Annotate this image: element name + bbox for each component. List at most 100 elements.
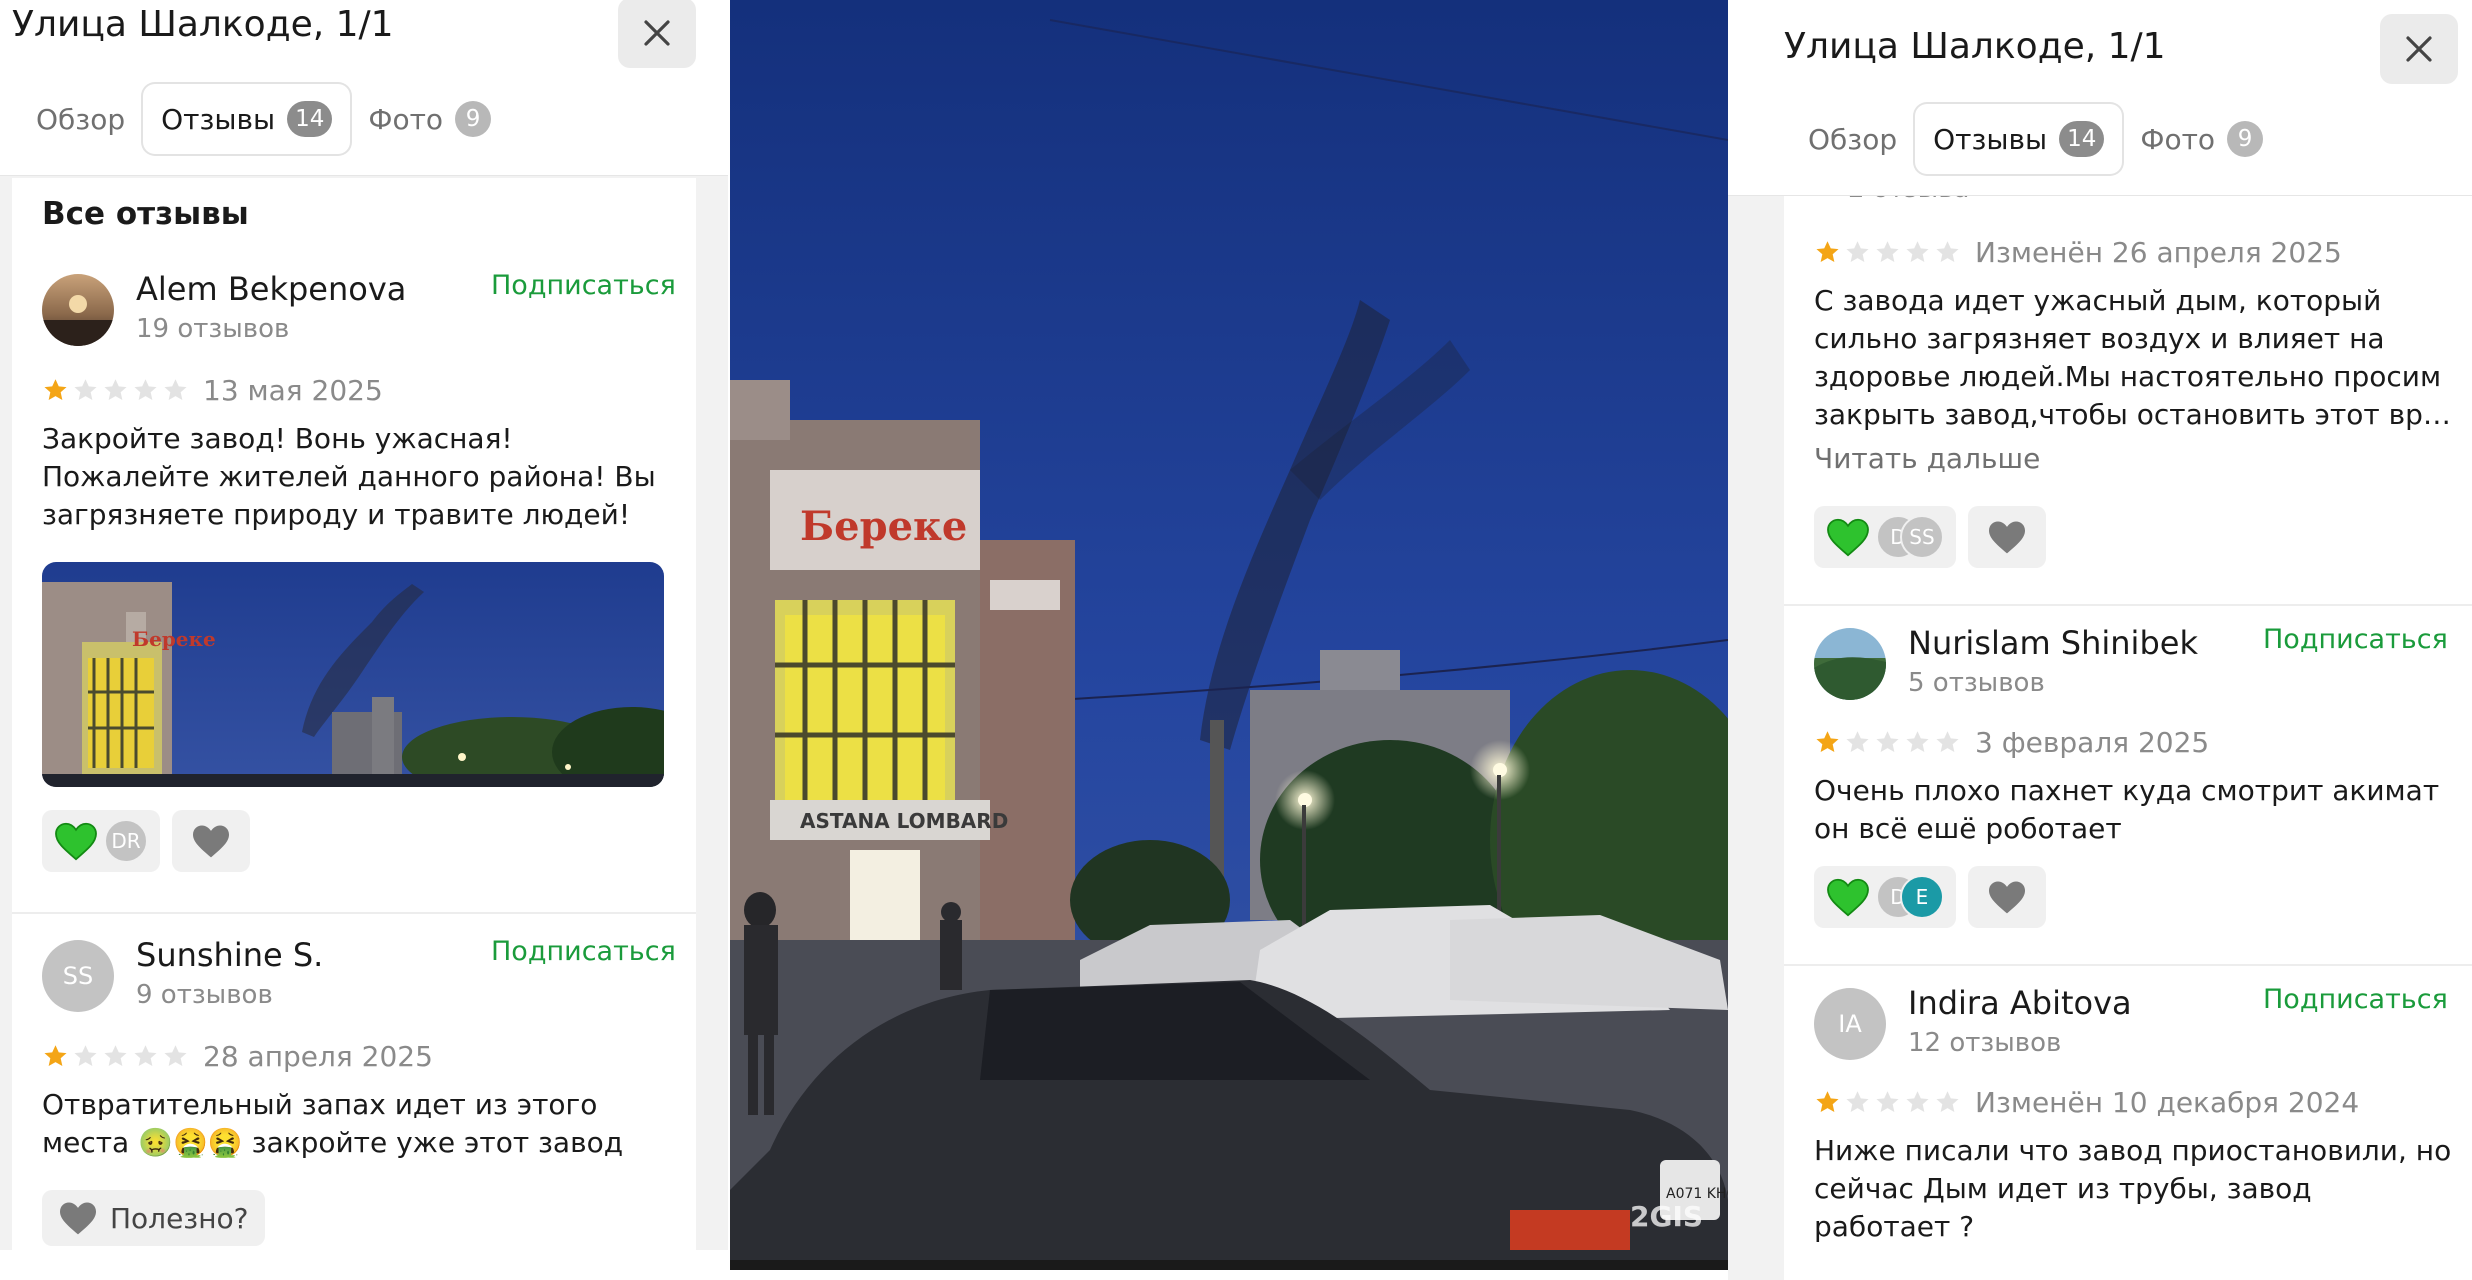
close-icon xyxy=(2406,36,2432,62)
tab-photos[interactable]: Фото 9 xyxy=(350,84,509,154)
star-icon xyxy=(74,1045,97,1066)
star-icon xyxy=(134,1045,157,1066)
place-title: Улица Шалкоде, 1/1 xyxy=(12,4,394,45)
tab-overview[interactable]: Обзор xyxy=(1790,104,1915,174)
author-review-count: 19 отзывов xyxy=(136,314,290,344)
rating-row: 3 февраля 2025 xyxy=(1814,726,2209,759)
photo-viewer[interactable]: Береке ASTANA LOMBARD A071 KHO xyxy=(730,0,1728,1266)
author-name[interactable]: Indira Abitova xyxy=(1908,984,2132,1022)
tab-label: Отзывы xyxy=(1933,122,2048,156)
close-button[interactable] xyxy=(2380,14,2458,84)
liker-avatar: SS xyxy=(1900,515,1944,559)
heart-icon xyxy=(60,1202,96,1235)
tab-reviews[interactable]: Отзывы 14 xyxy=(143,84,351,154)
review-date: Изменён 10 декабря 2024 xyxy=(1975,1086,2360,1119)
like-button[interactable] xyxy=(1968,506,2046,568)
star-rating xyxy=(1814,729,1961,756)
review-date: 13 мая 2025 xyxy=(203,374,383,407)
star-icon xyxy=(1906,731,1929,752)
left-reviews-panel: Улица Шалкоде, 1/1 Обзор Отзывы 14 Фото 9 … xyxy=(0,0,728,1250)
subscribe-button[interactable]: Подписаться xyxy=(2263,624,2448,655)
rating-row: 13 мая 2025 xyxy=(42,374,383,407)
reactions: D SS xyxy=(1814,506,2046,568)
star-icon xyxy=(1906,241,1929,262)
store-sign-text: ASTANA LOMBARD xyxy=(800,809,1008,833)
rating-row: Изменён 26 апреля 2025 xyxy=(1814,236,2342,269)
rating-row: Изменён 10 декабря 2024 xyxy=(1814,1086,2359,1119)
subscribe-button[interactable]: Подписаться xyxy=(2263,984,2448,1015)
review-photo-large: Береке ASTANA LOMBARD A071 KHO xyxy=(730,0,1728,1266)
tab-count-badge: 9 xyxy=(455,101,492,137)
green-heart-icon xyxy=(1827,878,1869,917)
useful-button[interactable]: Полезно? xyxy=(42,1190,265,1246)
review-card: SS Sunshine S. 9 отзывов Подписаться 28 … xyxy=(12,912,696,1250)
reviews-feed[interactable]: Все отзывы Alem Bekpenova 19 отзывов Под… xyxy=(12,178,696,1250)
star-rating xyxy=(1814,1089,1961,1116)
panel-header: Улица Шалкоде, 1/1 Обзор Отзывы 14 Фото 9 xyxy=(1728,0,2472,196)
review-text: Очень плохо пахнет куда смотрит акимат о… xyxy=(1814,774,2440,845)
reviews-feed[interactable]: 2 отзыва Изменён 26 апреля 2025 С завода… xyxy=(1784,196,2472,1280)
star-icon xyxy=(164,379,187,400)
star-icon xyxy=(104,1045,127,1066)
liker-avatars: D E xyxy=(1876,875,1944,919)
heart-icon xyxy=(1989,881,2025,914)
close-button[interactable] xyxy=(618,0,696,68)
star-rating xyxy=(1814,239,1961,266)
subscribe-button[interactable]: Подписаться xyxy=(491,270,676,301)
reaction-likers[interactable]: D E xyxy=(1814,866,1956,928)
review-text: Закройте завод! Вонь ужасная! Пожалейте … xyxy=(42,422,656,531)
tab-overview[interactable]: Обзор xyxy=(18,84,143,154)
building-sign-text: Береке xyxy=(132,627,216,651)
like-button[interactable] xyxy=(172,810,250,872)
tabs: Обзор Отзывы 14 Фото 9 xyxy=(18,84,509,154)
avatar[interactable] xyxy=(42,274,114,346)
star-icon xyxy=(44,1045,67,1066)
author-review-count: 12 отзывов xyxy=(1908,1028,2062,1058)
star-icon xyxy=(1846,1091,1869,1112)
tab-reviews[interactable]: Отзывы 14 xyxy=(1915,104,2123,174)
reactions: D E xyxy=(1814,866,2046,928)
tab-count-badge: 9 xyxy=(2227,121,2264,157)
tab-photos[interactable]: Фото 9 xyxy=(2122,104,2281,174)
tab-label: Фото xyxy=(2140,122,2216,156)
author-review-count: 5 отзывов xyxy=(1908,668,2045,698)
review-date: 3 февраля 2025 xyxy=(1975,726,2210,759)
tab-label: Обзор xyxy=(36,102,126,136)
star-icon xyxy=(1816,1091,1839,1112)
reaction-likers[interactable]: DR xyxy=(42,810,160,872)
tab-label: Обзор xyxy=(1808,122,1898,156)
review-text: С завода идет ужасный дым, который сильн… xyxy=(1814,284,2451,431)
star-icon xyxy=(1936,1091,1959,1112)
review-card: 2 отзыва Изменён 26 апреля 2025 С завода… xyxy=(1784,196,2472,604)
author-review-count: 2 отзыва xyxy=(1848,196,1969,204)
avatar[interactable]: IA xyxy=(1814,988,1886,1060)
star-icon xyxy=(1846,241,1869,262)
avatar[interactable]: SS xyxy=(42,940,114,1012)
reaction-likers[interactable]: D SS xyxy=(1814,506,1956,568)
star-rating xyxy=(42,1043,189,1070)
author-name[interactable]: Sunshine S. xyxy=(136,936,323,974)
author-review-count: 9 отзывов xyxy=(136,980,273,1010)
star-icon xyxy=(164,1045,187,1066)
star-icon xyxy=(44,379,67,400)
read-more-link[interactable]: Читать дальше xyxy=(1814,442,2040,475)
place-title: Улица Шалкоде, 1/1 xyxy=(1784,26,2166,67)
heart-icon xyxy=(1989,521,2025,554)
avatar[interactable] xyxy=(1814,628,1886,700)
subscribe-button[interactable]: Подписаться xyxy=(491,936,676,967)
divider xyxy=(1784,964,2472,966)
liker-avatar: E xyxy=(1900,875,1944,919)
author-name[interactable]: Alem Bekpenova xyxy=(136,270,406,308)
star-icon xyxy=(1816,241,1839,262)
review-card: Alem Bekpenova 19 отзывов Подписаться 13… xyxy=(12,178,696,872)
divider xyxy=(12,912,696,914)
review-card: IA Indira Abitova 12 отзывов Подписаться… xyxy=(1784,964,2472,1280)
reactions: DR xyxy=(42,810,250,872)
review-photo-thumbnail[interactable]: Береке xyxy=(42,562,664,787)
like-button[interactable] xyxy=(1968,866,2046,928)
green-heart-icon xyxy=(55,822,97,861)
right-reviews-panel: Улица Шалкоде, 1/1 Обзор Отзывы 14 Фото 9 … xyxy=(1728,0,2472,1280)
star-icon xyxy=(1876,731,1899,752)
star-icon xyxy=(1876,1091,1899,1112)
author-name[interactable]: Nurislam Shinibek xyxy=(1908,624,2198,662)
